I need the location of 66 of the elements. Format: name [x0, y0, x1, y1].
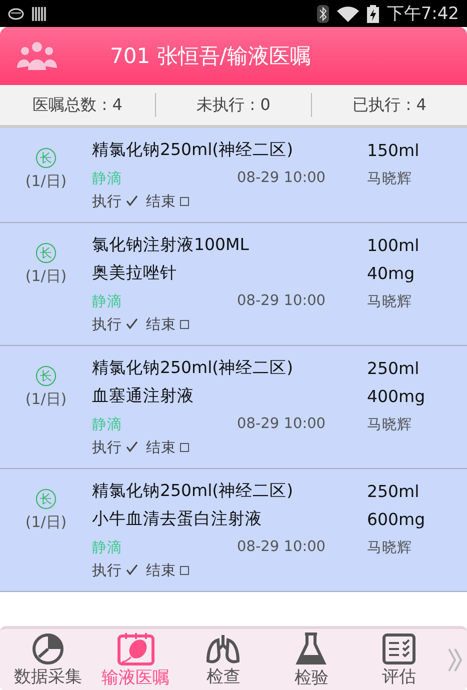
drug-name: 小牛血清去蛋白注射液 [92, 508, 263, 530]
summary-count: 未执行 : 0 [196, 94, 272, 116]
executed-label: 执行 [92, 316, 122, 334]
drug-name: 奥美拉唑针 [92, 262, 178, 284]
doctor-name: 马晓辉 [367, 416, 413, 434]
route: 静滴 [92, 292, 123, 310]
drug-dose: 250ml [367, 358, 420, 378]
order-type-badge: 长 [36, 243, 56, 263]
executed-label: 执行 [92, 562, 122, 580]
drug-name: 精氯化钠250ml(神经二区) [92, 357, 294, 379]
order-time: 08-29 10:00 [237, 539, 327, 555]
nav-tab[interactable]: 检查 [180, 632, 268, 688]
flask-icon [295, 632, 328, 666]
drug-dose: 100ml [367, 236, 420, 254]
order-time: 08-29 10:00 [237, 416, 327, 432]
checklist-icon [382, 632, 416, 664]
drug-dose: 40mg [367, 264, 416, 282]
lungs-icon [205, 632, 242, 664]
drug-name: 精氯化钠250ml(神经二区) [92, 480, 294, 502]
ended-label: 结束 [146, 316, 176, 334]
wifi-icon [336, 6, 359, 22]
frequency: (1/日) [25, 172, 67, 191]
order-time: 08-29 10:00 [237, 170, 327, 186]
iv-bag-icon [116, 632, 156, 666]
nav-tab[interactable]: 评估 [355, 632, 443, 688]
drug-dose: 150ml [367, 140, 420, 160]
drug-name: 精氯化钠250ml(神经二区) [92, 139, 294, 161]
route: 静滴 [92, 416, 123, 434]
frequency: (1/日) [25, 390, 67, 409]
drug-dose: 250ml [367, 482, 420, 500]
frequency: (1/日) [25, 267, 67, 286]
bluetooth-icon [316, 4, 329, 22]
doctor-name: 马晓辉 [367, 538, 413, 556]
order-card[interactable]: 长 (1/日) 精氯化钠250ml(神经二区) 250ml 血塞通注射液 400mg 静滴 08-29 10:00 马晓辉 执行 结束 [0, 346, 467, 469]
order-type-badge: 长 [36, 366, 56, 386]
route: 静滴 [92, 170, 123, 188]
order-card[interactable]: 长 (1/日) 精氯化钠250ml(神经二区) 250ml 小牛血清去蛋白注射液 600mg 静滴 08-29 10:00 马晓辉 执行 结束 [0, 469, 467, 592]
people-icon [16, 40, 58, 72]
frequency: (1/日) [25, 513, 67, 532]
summary-count: 已执行 : 4 [352, 94, 428, 116]
drug-name: 氯化钠注射液100ML [92, 234, 250, 256]
nav-tab[interactable]: 数据采集 [4, 632, 92, 688]
order-card[interactable]: 长 (1/日) 氯化钠注射液100ML 100ml 奥美拉唑针 40mg 静滴 08-29 10:00 马晓辉 执行 结束 [0, 223, 467, 346]
order-type-badge: 长 [36, 148, 56, 168]
battery-icon [366, 4, 379, 22]
doctor-name: 马晓辉 [367, 170, 413, 188]
order-card[interactable]: 长 (1/日) 精氯化钠250ml(神经二区) 150ml 静滴 08-29 10:00 马晓辉 执行 结束 [0, 128, 467, 223]
nav-tab[interactable]: 检验 [267, 632, 356, 688]
drug-dose: 400mg [367, 386, 426, 406]
window-title: 701 张恒吾/输液医嘱 [110, 43, 311, 70]
drug-dose: 600mg [367, 510, 426, 528]
ended-label: 结束 [146, 438, 176, 456]
chevron-right-icon[interactable] [446, 647, 463, 673]
order-type-badge: 长 [36, 489, 56, 509]
barcode-icon [32, 6, 46, 20]
ended-label: 结束 [146, 192, 176, 210]
ended-label: 结束 [146, 562, 176, 580]
route: 静滴 [92, 538, 123, 556]
executed-label: 执行 [92, 192, 122, 210]
doctor-name: 马晓辉 [367, 292, 413, 310]
gauge-icon [30, 632, 66, 664]
order-time: 08-29 10:00 [237, 293, 327, 309]
executed-label: 执行 [92, 438, 122, 456]
drug-name: 血塞通注射液 [92, 385, 195, 407]
clock-time: 下午7:42 [386, 3, 459, 25]
summary-count: 医嘱总数 : 4 [32, 94, 124, 116]
